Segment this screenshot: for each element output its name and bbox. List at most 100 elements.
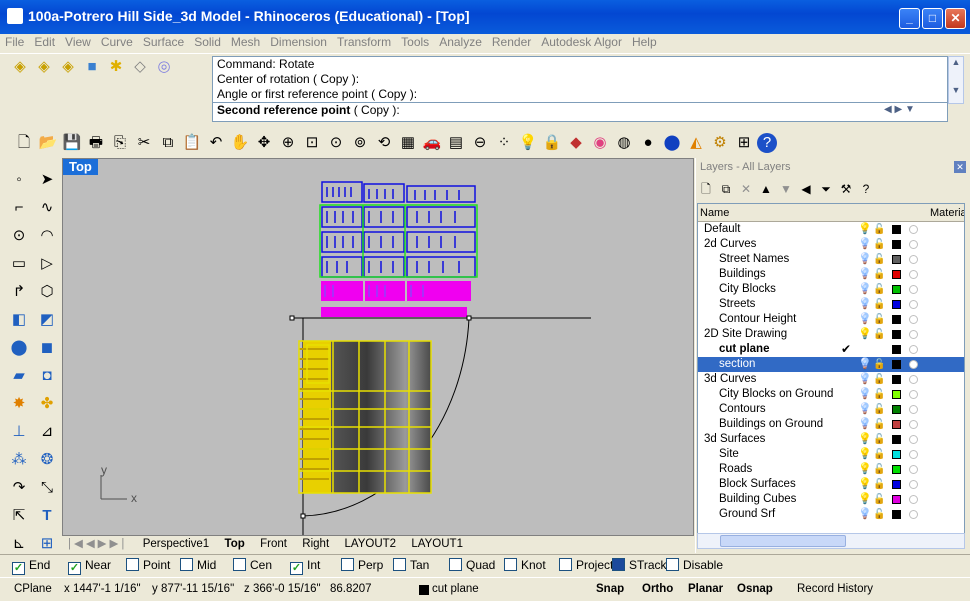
menu-analyze[interactable]: Analyze [434,35,487,49]
menu-help[interactable]: Help [627,35,662,49]
osnap-mid[interactable]: Mid [180,558,216,572]
layer-name[interactable]: section [719,357,755,372]
zoom-icon[interactable]: ⊕ [277,132,299,154]
lock-icon[interactable]: 🔒 [541,132,563,154]
layer-material-icon[interactable] [909,360,918,369]
move-icon[interactable]: ⇱ [6,504,32,528]
layer-lock-icon[interactable]: 🔓 [873,327,885,342]
layer-row[interactable]: Streets 💡 🔓 [698,297,964,312]
color-wheel-icon[interactable]: ◉ [589,132,611,154]
undo-view-icon[interactable]: ⟲ [373,132,395,154]
layer-row[interactable]: Buildings on Ground 💡 🔓 [698,417,964,432]
layer-lock-icon[interactable]: 🔓 [873,357,885,372]
dimension-icon[interactable]: ⊾ [6,532,32,556]
layer-lock-icon[interactable]: 🔓 [873,402,885,417]
osnap-perp[interactable]: Perp [341,558,383,572]
layer-material-icon[interactable] [909,420,918,429]
layer-visibility-bulb-icon[interactable]: 💡 [858,222,872,237]
rotate-view-icon[interactable]: ✥ [253,132,275,154]
layer-row[interactable]: Contour Height 💡 🔓 [698,312,964,327]
join-icon[interactable]: ✤ [34,392,60,416]
layer-color-swatch[interactable] [892,405,901,414]
layer-name[interactable]: Site [719,447,739,462]
layer-name[interactable]: Buildings [719,267,766,282]
menu-solid[interactable]: Solid [189,35,226,49]
layer-row[interactable]: cut plane ✔ [698,342,964,357]
lightbulb-icon[interactable]: 💡 [517,132,539,154]
layer-color-swatch[interactable] [892,375,901,384]
layer-row[interactable]: Building Cubes 💡 🔓 [698,492,964,507]
osnap-checkbox[interactable] [559,558,572,571]
layer-visibility-bulb-icon[interactable]: 💡 [858,417,872,432]
layer-visibility-bulb-icon[interactable]: 💡 [858,507,872,522]
layer-name[interactable]: 2D Site Drawing [704,327,787,342]
layer-material-icon[interactable] [909,390,918,399]
layer-row[interactable]: Block Surfaces 💡 🔓 [698,477,964,492]
layer-lock-icon[interactable]: 🔓 [873,312,885,327]
layer-icon[interactable]: ◆ [565,132,587,154]
layer-visibility-bulb-icon[interactable]: 💡 [858,447,872,462]
menu-dimension[interactable]: Dimension [265,35,332,49]
layer-color-swatch[interactable] [892,315,901,324]
pan-hand-icon[interactable]: ✋ [229,132,251,154]
layer-row[interactable]: 2d Curves 💡 🔓 [698,237,964,252]
layer-lock-icon[interactable]: 🔓 [873,387,885,402]
layer-name[interactable]: Buildings on Ground [719,417,823,432]
osnap-point[interactable]: Point [126,558,170,572]
sun-icon[interactable]: ✱ [105,56,127,78]
layer-row[interactable]: Buildings 💡 🔓 [698,267,964,282]
layer-row[interactable]: 3d Curves 💡 🔓 [698,372,964,387]
layer-name[interactable]: Contour Height [719,312,796,327]
diamond-icon[interactable]: ◇ [129,56,151,78]
layer-material-icon[interactable] [909,480,918,489]
group-icon[interactable]: ⁂ [6,448,32,472]
layer-visibility-bulb-icon[interactable]: 💡 [858,297,872,312]
mesh-icon[interactable]: ▰ [6,364,32,388]
layer-name[interactable]: Contours [719,402,766,417]
rectangle-icon[interactable]: ▭ [6,252,32,276]
layer-color-swatch[interactable] [892,255,901,264]
osnap-disable[interactable]: Disable [666,558,723,572]
zoom-selected-icon[interactable]: ⊚ [349,132,371,154]
layer-visibility-bulb-icon[interactable]: 💡 [858,252,872,267]
layer-material-icon[interactable] [909,375,918,384]
osnap-toggle[interactable]: Osnap [737,583,773,595]
layer-material-icon[interactable] [909,270,918,279]
layer-visibility-bulb-icon[interactable]: 💡 [858,282,872,297]
layer-visibility-bulb-icon[interactable]: 💡 [858,372,872,387]
layer-visibility-bulb-icon[interactable]: 💡 [858,357,872,372]
osnap-project[interactable]: Project [559,558,613,572]
layer-material-icon[interactable] [909,345,918,354]
tab-perspective1[interactable]: Perspective1 [137,536,215,552]
layer-name[interactable]: Ground Srf [719,507,775,522]
text-icon[interactable]: T [34,504,60,528]
osnap-checkbox[interactable] [341,558,354,571]
cut-icon[interactable]: ✂ [133,132,155,154]
move-down-icon[interactable]: ▼ [776,176,796,202]
boolean-icon[interactable]: ❂ [34,448,60,472]
scale-icon[interactable]: ⤡ [34,476,60,500]
layer-color-swatch[interactable] [892,420,901,429]
new-file-icon[interactable]: 🗋 [13,132,35,154]
four-viewports-icon[interactable]: ▦ [397,132,419,154]
layer-row[interactable]: Street Names 💡 🔓 [698,252,964,267]
close-button[interactable]: ✕ [945,8,966,29]
layers-close-icon[interactable]: ✕ [954,161,966,173]
polygon-icon[interactable]: ⬡ [34,280,60,304]
layer-visibility-bulb-icon[interactable]: 💡 [858,327,872,342]
layer-help-icon[interactable]: ? [856,176,876,202]
new-layer-icon[interactable]: 🗋 [696,176,716,202]
osnap-checkbox[interactable] [233,558,246,571]
layer-lock-icon[interactable]: 🔓 [873,492,885,507]
layer-color-swatch[interactable] [892,225,901,234]
delete-layer-icon[interactable]: ✕ [736,176,756,202]
layer-color-swatch[interactable] [892,435,901,444]
osnap-checkbox[interactable]: ✓ [290,562,303,575]
hierarchy-icon[interactable]: ⊞ [733,132,755,154]
layer-material-icon[interactable] [909,300,918,309]
osnap-cen[interactable]: Cen [233,558,272,572]
layer-lock-icon[interactable]: 🔓 [873,447,885,462]
current-layer[interactable]: cut plane [432,583,479,595]
surface-icon[interactable]: ◧ [6,308,32,332]
osnap-strack[interactable]: STrack [612,558,667,572]
